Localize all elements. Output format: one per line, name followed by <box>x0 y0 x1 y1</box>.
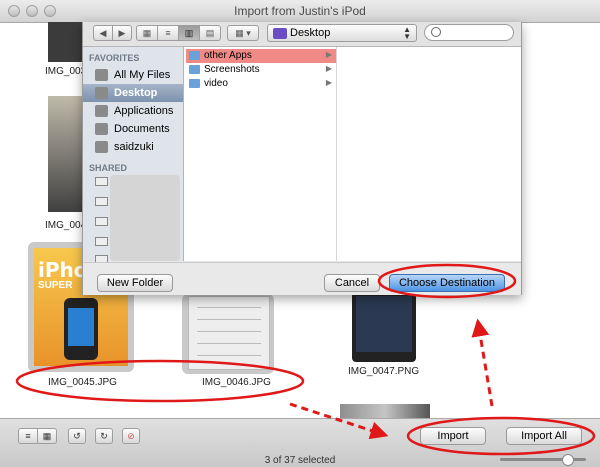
delete-button[interactable]: ⊘ <box>122 428 140 444</box>
import-window: Import from Justin's iPod IMG_003 IMG_00… <box>0 0 600 467</box>
photo-thumbnail[interactable] <box>188 296 270 370</box>
grid-view-icon: ▦ <box>42 431 52 441</box>
folder-icon <box>189 65 200 74</box>
window-title: Import from Justin's iPod <box>234 4 366 18</box>
import-all-button[interactable]: Import All <box>506 427 582 445</box>
arrange-grid-icon: ▦ ▾ <box>235 28 251 38</box>
shared-computer-icon[interactable] <box>95 217 108 226</box>
grid-view-button[interactable]: ▦ <box>37 428 57 444</box>
photo-thumbnail[interactable] <box>48 22 82 62</box>
disclosure-arrow-icon: ▶ <box>325 50 332 59</box>
sidebar-item-label: Desktop <box>114 87 158 99</box>
list-view-button[interactable]: ≡ <box>18 428 38 444</box>
sidebar-item-label: All My Files <box>114 69 171 81</box>
location-label: Desktop <box>290 27 331 39</box>
photo-thumbnail[interactable] <box>352 292 416 362</box>
icon-view-icon: ▦ <box>142 28 152 38</box>
applications-icon <box>95 105 108 117</box>
folder-item-other-apps[interactable]: other Apps ▶ <box>186 49 336 63</box>
disclosure-arrow-icon: ▶ <box>325 78 332 87</box>
slider-knob[interactable] <box>562 454 574 466</box>
back-button[interactable]: ◀ <box>93 25 113 41</box>
sidebar-item-desktop[interactable]: Desktop <box>83 84 183 102</box>
photo-label: IMG_003 <box>45 66 87 77</box>
search-field[interactable] <box>424 24 514 41</box>
folder-item-video[interactable]: video ▶ <box>186 77 336 91</box>
sidebar-item-all-my-files[interactable]: All My Files <box>83 66 183 84</box>
shared-computer-icon[interactable] <box>95 177 108 186</box>
photo-label: IMG_0045.JPG <box>48 377 117 388</box>
cancel-button[interactable]: Cancel <box>324 274 380 292</box>
delete-icon: ⊘ <box>127 431 135 441</box>
favorites-heading: FAVORITES <box>89 53 140 63</box>
popup-arrows-icon: ▲ ▼ <box>403 25 411 41</box>
sheet-toolbar: ◀ ▶ ▦ ≡ ▥ ▤ ▦ ▾ Desktop ▲ ▼ <box>83 22 521 47</box>
coverflow-view-icon: ▤ <box>205 28 215 38</box>
back-arrow-icon: ◀ <box>99 28 107 38</box>
home-icon <box>95 141 108 153</box>
rotate-left-button[interactable]: ↺ <box>68 428 86 444</box>
file-browser: other Apps ▶ Screenshots ▶ video ▶ <box>184 47 521 261</box>
disclosure-arrow-icon: ▶ <box>325 64 332 73</box>
forward-button[interactable]: ▶ <box>112 25 132 41</box>
iphone-image <box>64 298 98 360</box>
sidebar-item-documents[interactable]: Documents <box>83 120 183 138</box>
new-folder-button[interactable]: New Folder <box>97 274 173 292</box>
desktop-folder-icon <box>273 28 287 39</box>
magazine-subtitle: SUPER <box>38 280 73 291</box>
sidebar-item-applications[interactable]: Applications <box>83 102 183 120</box>
search-icon <box>431 27 441 37</box>
arrange-button[interactable]: ▦ ▾ <box>227 25 259 41</box>
sidebar-item-label: Documents <box>114 123 170 135</box>
column-view-icon: ▥ <box>184 28 194 38</box>
rotate-right-button[interactable]: ↻ <box>95 428 113 444</box>
folder-item-screenshots[interactable]: Screenshots ▶ <box>186 63 336 77</box>
shared-heading: SHARED <box>89 163 128 173</box>
rotate-right-icon: ↻ <box>100 431 108 441</box>
destination-sheet: ◀ ▶ ▦ ≡ ▥ ▤ ▦ ▾ Desktop ▲ ▼ FAVORITES All… <box>82 22 522 295</box>
annotation-arrow <box>471 318 494 407</box>
sidebar-item-label: Applications <box>114 105 174 117</box>
photo-label: IMG_004 <box>45 220 87 231</box>
photo-thumbnail[interactable] <box>340 404 430 418</box>
sidebar-item-home[interactable]: saidzuki <box>83 138 183 156</box>
import-button[interactable]: Import <box>420 427 486 445</box>
rotate-left-icon: ↺ <box>73 431 81 441</box>
folder-label: video <box>204 78 228 89</box>
photo-thumbnail[interactable] <box>48 96 82 212</box>
list-view-icon: ≡ <box>25 431 31 441</box>
folder-icon <box>189 79 200 88</box>
list-view-icon: ≡ <box>165 28 171 38</box>
icon-view-button[interactable]: ▦ <box>136 25 158 41</box>
redacted-shared-names <box>110 175 180 261</box>
thumbnail-size-slider[interactable] <box>500 454 586 466</box>
location-popup[interactable]: Desktop ▲ ▼ <box>267 24 417 42</box>
forward-arrow-icon: ▶ <box>118 28 126 38</box>
column-divider[interactable] <box>336 47 337 261</box>
folder-label: Screenshots <box>204 64 260 75</box>
photo-label: IMG_0047.PNG <box>348 366 420 377</box>
folder-icon <box>189 51 200 60</box>
shared-computer-icon[interactable] <box>95 237 108 246</box>
folder-label: other Apps <box>204 50 252 61</box>
sidebar-item-label: saidzuki <box>114 141 154 153</box>
all-files-icon <box>95 69 108 81</box>
choose-destination-button[interactable]: Choose Destination <box>389 274 505 292</box>
column-view-button[interactable]: ▥ <box>178 25 200 41</box>
sheet-button-bar: New Folder Cancel Choose Destination <box>83 262 521 295</box>
bottom-bar: ≡ ▦ ↺ ↻ ⊘ Import Import All 3 of 37 sele… <box>0 418 600 467</box>
documents-icon <box>95 123 108 135</box>
list-view-button[interactable]: ≡ <box>157 25 179 41</box>
title-bar: Import from Justin's iPod <box>0 0 600 23</box>
desktop-icon <box>95 87 108 99</box>
coverflow-view-button[interactable]: ▤ <box>199 25 221 41</box>
sidebar: FAVORITES All My Files Desktop Applicati… <box>83 47 184 264</box>
photo-label: IMG_0046.JPG <box>202 377 271 388</box>
shared-computer-icon[interactable] <box>95 197 108 206</box>
